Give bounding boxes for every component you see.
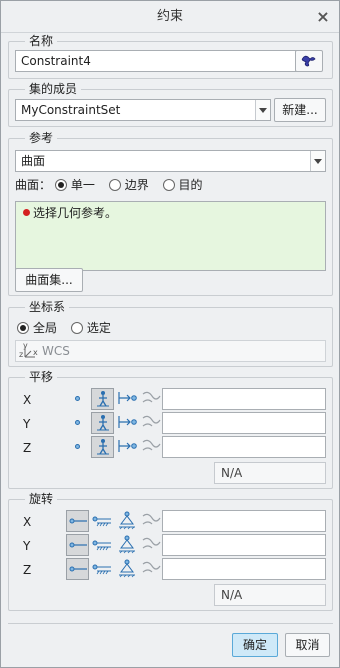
translation-x-fixed-icon[interactable]	[91, 388, 114, 410]
rotation-label: 旋转	[25, 491, 58, 507]
close-icon[interactable]: ×	[315, 1, 331, 33]
translation-y-free-icon[interactable]	[75, 420, 80, 425]
translation-y-spring-icon[interactable]	[140, 412, 163, 434]
name-group-label: 名称	[25, 33, 58, 49]
csys-options: 全局 选定	[17, 319, 121, 337]
radio-boundary[interactable]	[108, 179, 121, 191]
rotation-y-limited-icon[interactable]	[116, 534, 139, 556]
rotation-x-limited-icon[interactable]	[116, 510, 139, 532]
name-color-button[interactable]	[295, 50, 323, 72]
reference-type-value: 曲面	[21, 154, 46, 168]
translation-z-fixed-icon[interactable]	[91, 436, 114, 458]
set-group: 集的成员 MyConstraintSet 新建...	[8, 81, 333, 127]
rotation-y-value[interactable]	[162, 534, 326, 556]
footer-divider	[8, 623, 333, 624]
radio-global[interactable]	[17, 322, 29, 334]
reference-group: 参考 曲面 曲面： 单一 边界 目的 选择几何参考。 曲面集...	[8, 130, 333, 296]
rotation-z-label: Z	[23, 563, 32, 577]
surface-set-button[interactable]: 曲面集...	[15, 268, 83, 292]
translation-y-value[interactable]	[162, 412, 326, 434]
radio-selected[interactable]	[70, 322, 83, 334]
rotation-z-value[interactable]	[162, 558, 326, 580]
translation-z-free-icon[interactable]	[75, 444, 80, 449]
radio-single-label: 单一	[70, 178, 95, 192]
rotation-x-spring-icon[interactable]	[140, 510, 163, 532]
translation-combined-value: N/A	[214, 462, 326, 484]
dialog-title: 约束	[156, 9, 183, 24]
chevron-down-icon[interactable]	[255, 100, 270, 120]
title-bar: 约束 ×	[1, 1, 339, 33]
translation-x-value[interactable]	[162, 388, 326, 410]
radio-selected-label: 选定	[86, 321, 111, 335]
set-select[interactable]: MyConstraintSet	[15, 99, 271, 121]
constraint-dialog: 约束 × 名称 Constraint4 集的成员 MyConstraintSet…	[0, 0, 340, 668]
rotation-z-free-icon[interactable]	[66, 558, 89, 580]
csys-value: WCS	[42, 344, 70, 358]
rotation-y-free-icon[interactable]	[66, 534, 89, 556]
translation-group: 平移 X Y Z N/A	[8, 369, 333, 489]
reference-collector[interactable]: 选择几何参考。	[15, 201, 326, 271]
translation-y-limited-icon[interactable]	[116, 412, 139, 434]
rotation-z-limited-icon[interactable]	[116, 558, 139, 580]
new-set-button[interactable]: 新建...	[274, 98, 326, 122]
translation-x-free-icon[interactable]	[75, 396, 80, 401]
translation-y-fixed-icon[interactable]	[91, 412, 114, 434]
translation-label: 平移	[25, 369, 58, 385]
cancel-button[interactable]: 取消	[285, 633, 330, 657]
set-select-value: MyConstraintSet	[21, 103, 121, 117]
constraint-color-icon	[301, 55, 316, 67]
translation-z-value[interactable]	[162, 436, 326, 458]
reference-prompt: 选择几何参考。	[33, 206, 118, 220]
rotation-x-label: X	[23, 515, 32, 529]
name-group: 名称 Constraint4	[8, 33, 333, 79]
reference-group-label: 参考	[25, 130, 58, 146]
radio-boundary-label: 边界	[124, 178, 149, 192]
coordinate-system-label: 坐标系	[25, 299, 70, 315]
translation-x-spring-icon[interactable]	[140, 388, 163, 410]
surface-mode-options: 曲面： 单一 边界 目的	[15, 176, 213, 194]
reference-type-select[interactable]: 曲面	[15, 150, 326, 172]
rotation-y-spring-icon[interactable]	[140, 534, 163, 556]
coordinate-system-group: 坐标系 全局 选定 y z x WCS	[8, 299, 333, 367]
translation-z-spring-icon[interactable]	[140, 436, 163, 458]
rotation-x-fixed-icon[interactable]	[91, 510, 114, 532]
required-dot-icon	[23, 209, 30, 216]
translation-z-label: Z	[23, 441, 32, 455]
rotation-combined-value: N/A	[214, 584, 326, 606]
radio-intent[interactable]	[162, 179, 175, 191]
rotation-z-spring-icon[interactable]	[140, 558, 163, 580]
surface-mode-label: 曲面：	[15, 178, 52, 192]
csys-icon: y z x	[19, 341, 39, 361]
rotation-x-free-icon[interactable]	[66, 510, 89, 532]
csys-field[interactable]: y z x WCS	[15, 340, 326, 362]
rotation-y-fixed-icon[interactable]	[91, 534, 114, 556]
translation-y-label: Y	[23, 417, 31, 431]
rotation-group: 旋转 X Y Z N/A	[8, 491, 333, 611]
radio-intent-label: 目的	[178, 178, 203, 192]
translation-z-limited-icon[interactable]	[116, 436, 139, 458]
radio-single[interactable]	[54, 179, 67, 191]
translation-x-label: X	[23, 393, 32, 407]
name-input[interactable]: Constraint4	[15, 50, 297, 72]
translation-x-limited-icon[interactable]	[116, 388, 139, 410]
rotation-z-fixed-icon[interactable]	[91, 558, 114, 580]
rotation-x-value[interactable]	[162, 510, 326, 532]
radio-global-label: 全局	[33, 321, 58, 335]
rotation-y-label: Y	[23, 539, 31, 553]
ok-button[interactable]: 确定	[232, 633, 278, 657]
chevron-down-icon[interactable]	[310, 151, 325, 171]
set-group-label: 集的成员	[25, 81, 82, 97]
